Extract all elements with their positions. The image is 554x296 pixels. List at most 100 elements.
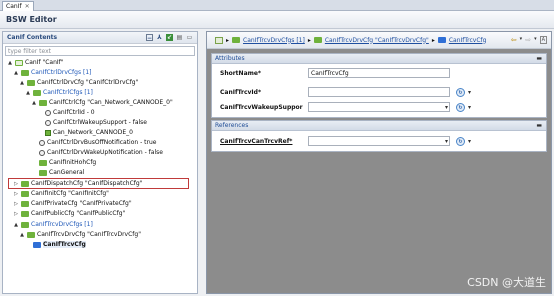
expand-toggle-icon[interactable]: ▲ bbox=[13, 222, 19, 228]
cantrcvref-label[interactable]: CanIfTrcvCanTrcvRef* bbox=[220, 138, 308, 145]
expand-toggle-icon[interactable]: ▲ bbox=[19, 232, 25, 238]
tree-item[interactable]: ▷ CanIfPublicCfg "CanIfPublicCfg" bbox=[13, 209, 125, 218]
close-icon[interactable]: ✕ bbox=[25, 3, 30, 10]
dropdown-icon[interactable]: ▾ bbox=[520, 36, 523, 44]
properties-panel: ▸ CanIfTrcvDrvCfgs [1] ▸ CanIfTrcvDrvCfg… bbox=[206, 31, 552, 294]
tree-item[interactable]: ▲ CanIfCtrlCfg "Can_Network_CANNODE_0" bbox=[31, 98, 173, 107]
tree-item-label: CanIfPublicCfg "CanIfPublicCfg" bbox=[31, 210, 126, 217]
minimize-section-icon[interactable]: ▬ bbox=[536, 122, 542, 129]
expand-toggle-icon[interactable]: ▷ bbox=[13, 191, 19, 197]
folder-icon bbox=[21, 210, 29, 217]
tree-item-label: CanIfInitCfg "CanIfInitCfg" bbox=[31, 190, 109, 197]
chevron-down-icon[interactable]: ▾ bbox=[468, 138, 471, 145]
tree-item-label: CanIfTrcvCfg bbox=[43, 241, 86, 248]
contents-panel: CanIf Contents − ⅄ ↙ ▤ ▭ type filter tex… bbox=[2, 31, 198, 294]
contents-title: CanIf Contents bbox=[7, 34, 58, 41]
breadcrumb-item-1[interactable]: CanIfTrcvDrvCfg "CanIfTrcvDrvCfg" bbox=[325, 37, 429, 44]
back-arrow-icon[interactable]: ⇦ bbox=[511, 36, 517, 44]
folder-icon bbox=[39, 169, 47, 176]
folder-icon bbox=[39, 99, 47, 106]
folder-icon bbox=[33, 89, 41, 96]
references-section: References ▬ CanIfTrcvCanTrcvRef* ↻ ▾ bbox=[211, 120, 547, 152]
tree-item[interactable]: CanGeneral bbox=[31, 168, 84, 177]
tree-item[interactable]: CanIfCtrlDrvBusOffNotification - true bbox=[31, 138, 157, 147]
expand-toggle-icon[interactable]: ▲ bbox=[13, 70, 19, 76]
editor-icon bbox=[215, 36, 223, 44]
tree-item[interactable]: ▲ CanIfTrcvDrvCfg "CanIfTrcvDrvCfg" bbox=[19, 230, 141, 239]
view-menu-icon[interactable]: ▤ bbox=[176, 34, 183, 41]
contents-toolbar: − ⅄ ↙ ▤ ▭ bbox=[146, 34, 193, 42]
folder-icon bbox=[21, 221, 29, 228]
expand-toggle-icon[interactable]: ▲ bbox=[7, 60, 13, 66]
tree-item[interactable]: ▲ CanIfCtrlCfgs [1] bbox=[25, 88, 93, 97]
breadcrumb-arrow-icon: ▸ bbox=[431, 36, 435, 44]
parameter-icon bbox=[45, 109, 51, 116]
expand-toggle-icon[interactable]: ▷ bbox=[13, 211, 19, 217]
folder-icon bbox=[232, 37, 241, 43]
trcvid-label: CanIfTrcvId* bbox=[220, 88, 262, 96]
tree-item[interactable]: ▷ CanIfPrivateCfg "CanIfPrivateCfg" bbox=[13, 199, 132, 208]
breadcrumb-item-0[interactable]: CanIfTrcvDrvCfgs [1] bbox=[243, 37, 305, 44]
tree-item[interactable]: CanIfCtrlWakeupSupport - false bbox=[37, 118, 147, 127]
references-header[interactable]: References ▬ bbox=[212, 121, 546, 131]
expand-toggle-icon[interactable]: ▲ bbox=[19, 80, 25, 86]
tree-item-label: CanIfTrcvDrvCfg "CanIfTrcvDrvCfg" bbox=[37, 231, 141, 238]
wakeup-select[interactable] bbox=[308, 102, 450, 112]
tree-item[interactable]: ▲ CanIfTrcvDrvCfgs [1] bbox=[13, 220, 93, 229]
folder-icon bbox=[21, 69, 29, 76]
breadcrumb-arrow-icon: ▸ bbox=[226, 36, 230, 44]
folder-icon bbox=[313, 37, 322, 43]
expand-toggle-icon[interactable]: ▲ bbox=[25, 90, 31, 96]
folder-icon bbox=[21, 190, 29, 197]
recalc-icon[interactable]: ↻ bbox=[456, 102, 465, 112]
tree-item[interactable]: ▲ CanIfCtrlDrvCfg "CanIfCtrlDrvCfg" bbox=[19, 78, 138, 87]
wakeup-row: CanIfTrcvWakeupSuppor ↻ ▾ bbox=[220, 101, 471, 113]
chevron-down-icon[interactable]: ▾ bbox=[468, 89, 471, 96]
expand-toggle-icon[interactable]: ▷ bbox=[13, 201, 19, 207]
tree-item[interactable]: CanIfCtrlDrvWakeUpNotification - false bbox=[31, 148, 163, 157]
shortname-label: ShortName* bbox=[220, 69, 262, 77]
dropdown-icon[interactable]: ▾ bbox=[534, 36, 537, 44]
tree-item-label: CanIfCtrlCfg "Can_Network_CANNODE_0" bbox=[49, 99, 173, 106]
tree-item[interactable]: Can_Network_CANNODE_0 bbox=[37, 128, 133, 137]
tree-item[interactable]: ▲ CanIf "CanIf" bbox=[7, 58, 63, 67]
tree-item-label: CanIfCtrlWakeupSupport - false bbox=[53, 119, 147, 126]
collapse-all-icon[interactable]: − bbox=[146, 34, 153, 42]
tree-item[interactable]: CanIfTrcvCfg bbox=[25, 240, 86, 249]
tree-item[interactable]: ▲ CanIfCtrlDrvCfgs [1] bbox=[13, 68, 91, 77]
text-mode-icon[interactable]: A bbox=[539, 36, 547, 44]
attributes-title: Attributes bbox=[215, 55, 245, 62]
tree-item-label: CanIfTrcvDrvCfgs [1] bbox=[31, 221, 93, 228]
reference-icon bbox=[45, 129, 51, 136]
cantrcvref-select[interactable] bbox=[308, 136, 450, 146]
minimize-section-icon[interactable]: ▬ bbox=[536, 55, 542, 62]
forward-arrow-icon[interactable]: ⇨ bbox=[525, 36, 531, 44]
recalc-icon[interactable]: ↻ bbox=[456, 87, 465, 97]
attributes-header[interactable]: Attributes ▬ bbox=[212, 54, 546, 64]
tab-canif[interactable]: CanIf ✕ bbox=[2, 1, 34, 11]
tree-item[interactable]: CanIfCtrlId - 0 bbox=[37, 108, 95, 117]
shortname-input[interactable]: CanIfTrcvCfg bbox=[308, 68, 450, 78]
tree-item-label: CanIfCtrlDrvBusOffNotification - true bbox=[47, 139, 157, 146]
filter-input[interactable]: type filter text bbox=[5, 46, 195, 56]
breadcrumb-item-2[interactable]: CanIfTrcvCfg bbox=[449, 37, 487, 44]
tree-item-label: CanIfCtrlCfgs [1] bbox=[43, 89, 93, 96]
trcvid-row: CanIfTrcvId* ↻ ▾ bbox=[220, 86, 471, 98]
tree-item-label: CanGeneral bbox=[49, 169, 85, 176]
tree-item[interactable]: ▷ CanIfInitCfg "CanIfInitCfg" bbox=[13, 189, 109, 198]
folder-icon bbox=[437, 37, 446, 43]
tree-item-label: CanIfCtrlDrvCfg "CanIfCtrlDrvCfg" bbox=[37, 79, 139, 86]
expand-toggle-icon[interactable]: ▲ bbox=[31, 100, 37, 106]
trcvid-input[interactable] bbox=[308, 87, 450, 97]
tree-item[interactable]: CanIfInitHohCfg bbox=[31, 158, 96, 167]
editor-title: BSW Editor bbox=[0, 11, 554, 29]
recalc-icon[interactable]: ↻ bbox=[456, 136, 465, 146]
contents-header: CanIf Contents − ⅄ ↙ ▤ ▭ bbox=[3, 32, 197, 44]
module-icon bbox=[15, 59, 23, 66]
link-editor-icon[interactable]: ↙ bbox=[166, 34, 173, 41]
minimize-icon[interactable]: ▭ bbox=[186, 34, 193, 41]
chevron-down-icon[interactable]: ▾ bbox=[468, 104, 471, 111]
bsw-editor-window: CanIf ✕ BSW Editor CanIf Contents − ⅄ ↙ … bbox=[0, 0, 554, 296]
sort-icon[interactable]: ⅄ bbox=[156, 34, 163, 41]
parameter-icon bbox=[39, 139, 45, 146]
